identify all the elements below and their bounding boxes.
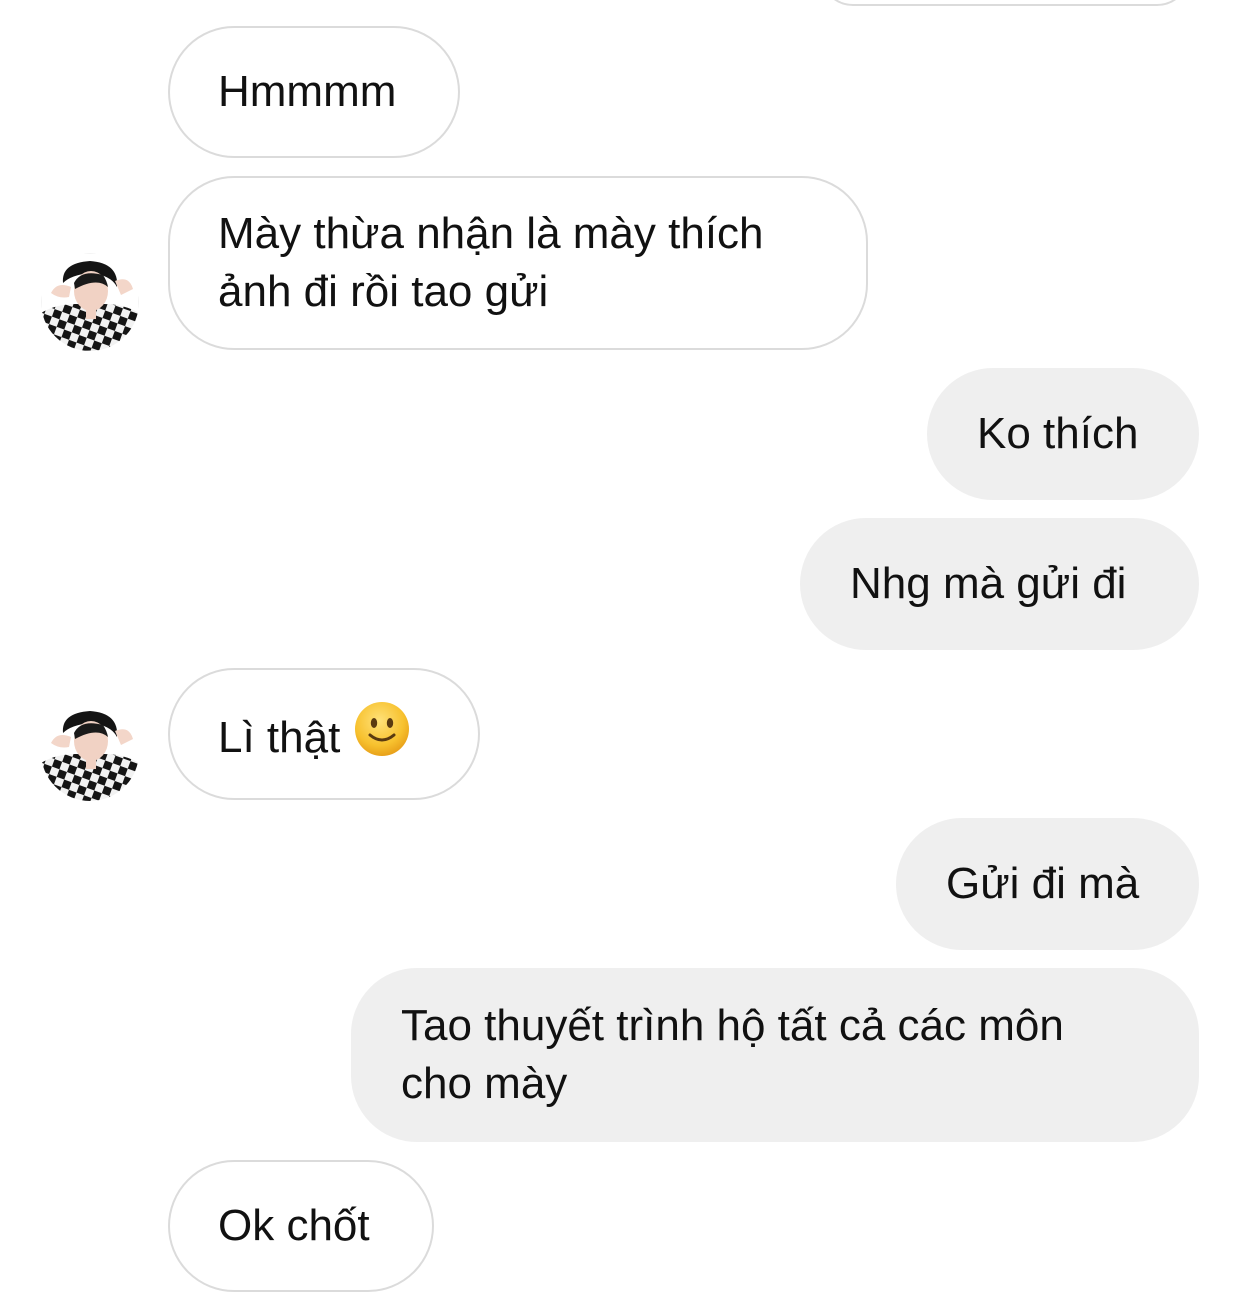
message-bubble-outgoing[interactable]: Tao thuyết trình hộ tất cả các môn cho m… [351,968,1199,1142]
message-bubble-outgoing[interactable]: Nhg mà gửi đi [800,518,1199,650]
message-bubble-incoming[interactable]: Ok chốt [168,1160,434,1292]
slightly-smiling-face-icon [354,701,410,772]
contact-avatar[interactable] [41,253,139,351]
message-text: Lì thật [218,713,341,763]
message-bubble-incoming[interactable]: Lì thật [168,668,480,800]
message-bubble-outgoing[interactable]: Gửi đi mà [896,818,1199,950]
message-text-with-emoji: Lì thật [218,702,410,776]
message-text-line: ảnh đi rồi tao gửi [218,267,549,316]
message-thread: Hmmmm Mày thừa nhận là mày thích ảnh đi … [0,0,1242,1301]
message-bubble-partial[interactable] [820,0,1190,6]
message-text: Hmmmm [218,67,397,116]
message-text: Ok chốt [218,1201,370,1250]
message-text-line: Tao thuyết trình hộ tất cả các môn [401,1001,1064,1050]
message-bubble-outgoing[interactable]: Ko thích [927,368,1199,500]
message-text: Ko thích [977,409,1139,458]
message-bubble-incoming[interactable]: Mày thừa nhận là mày thích ảnh đi rồi ta… [168,176,868,350]
message-bubble-incoming[interactable]: Hmmmm [168,26,460,158]
message-text-line: Mày thừa nhận là mày thích [218,209,764,258]
message-text: Nhg mà gửi đi [850,559,1127,608]
message-text: Gửi đi mà [946,859,1140,908]
message-text-line: cho mày [401,1059,568,1108]
contact-avatar[interactable] [41,703,139,801]
